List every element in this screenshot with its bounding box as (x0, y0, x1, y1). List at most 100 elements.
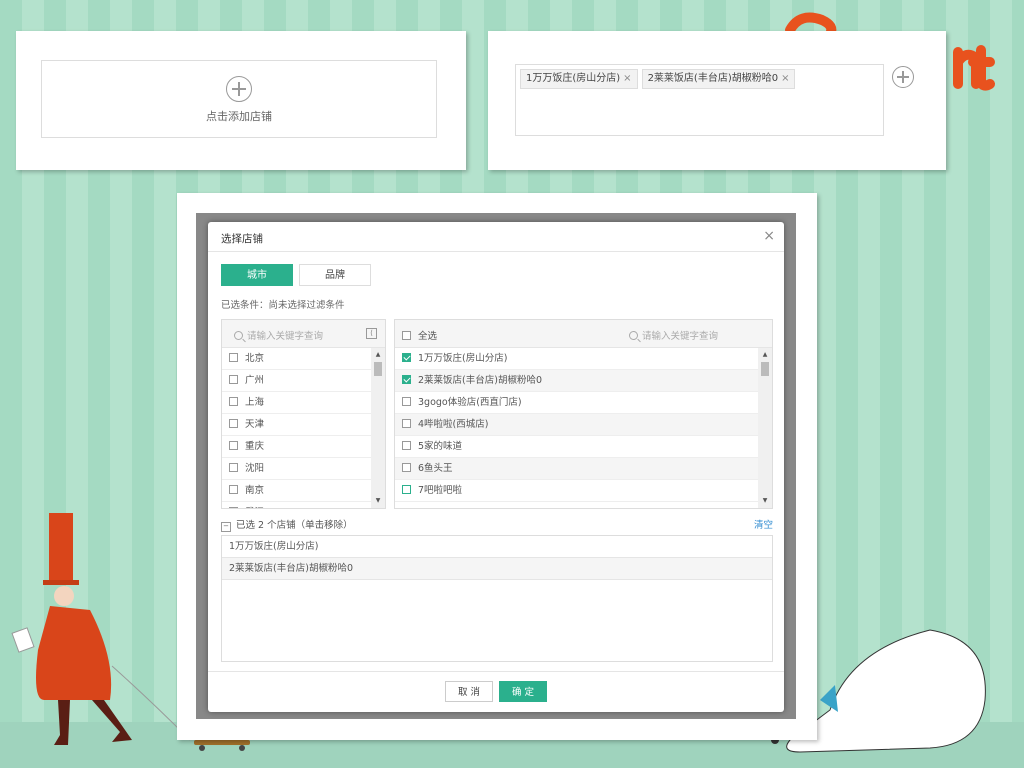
city-list: 北京 广州 上海 天津 重庆 沈阳 南京 武汉 (222, 348, 371, 508)
store-tag-label: 2莱莱饭店(丰台店)胡椒粉哈0 (647, 73, 779, 84)
city-scrollbar[interactable]: ▲ ▼ (371, 348, 385, 508)
checkbox[interactable] (229, 397, 238, 406)
collapse-minus-icon[interactable]: − (221, 522, 231, 532)
city-item[interactable]: 沈阳 (222, 458, 371, 480)
clear-selection-link[interactable]: 清空 (754, 517, 773, 531)
checkbox[interactable] (229, 485, 238, 494)
add-store-card: 点击添加店铺 (16, 31, 466, 170)
close-icon[interactable]: × (781, 73, 789, 84)
dialog-preview-card: 选择店铺 × 城市 品牌 已选条件：尚未选择过滤条件 请输入关键字查询 ⟨ 北京 … (177, 193, 817, 740)
city-item[interactable]: 南京 (222, 480, 371, 502)
selected-header: − 已选 2 个店铺（单击移除） 清空 (221, 517, 773, 532)
add-store-label: 点击添加店铺 (206, 110, 272, 123)
search-icon (234, 331, 243, 340)
city-search-placeholder: 请输入关键字查询 (247, 331, 324, 342)
city-item[interactable]: 重庆 (222, 436, 371, 458)
city-item-label: 南京 (245, 485, 265, 496)
dialog-title: 选择店铺 (221, 233, 263, 245)
store-item-label: 2莱莱饭店(丰台店)胡椒粉哈0 (418, 375, 543, 386)
checkbox[interactable] (229, 375, 238, 384)
city-item[interactable]: 广州 (222, 370, 371, 392)
city-item-label: 天津 (245, 419, 265, 430)
checkbox[interactable] (229, 507, 238, 508)
search-icon (629, 331, 638, 340)
selected-stores-card: 1万万饭庄(房山分店) × 2莱莱饭店(丰台店)胡椒粉哈0 × (488, 31, 946, 170)
scroll-up-icon[interactable]: ▲ (758, 350, 772, 360)
city-item[interactable]: 北京 (222, 348, 371, 370)
store-item[interactable]: 1万万饭庄(房山分店) (395, 348, 758, 370)
store-item[interactable]: 4哔啦啦(西城店) (395, 414, 758, 436)
cancel-button[interactable]: 取 消 (444, 681, 493, 702)
checkbox[interactable] (402, 485, 411, 494)
filter-conditions-text: 已选条件：尚未选择过滤条件 (221, 300, 345, 311)
store-item-label: 3gogo体验店(西直门店) (418, 397, 522, 408)
city-item-label: 广州 (245, 375, 265, 386)
add-store-icon-button[interactable] (892, 66, 914, 88)
store-item[interactable]: 3gogo体验店(西直门店) (395, 392, 758, 414)
checkbox[interactable] (402, 331, 411, 340)
tab-brand[interactable]: 品牌 (299, 264, 371, 286)
scroll-thumb[interactable] (761, 362, 769, 376)
store-tag-box: 1万万饭庄(房山分店) × 2莱莱饭店(丰台店)胡椒粉哈0 × (515, 64, 884, 136)
city-search-input[interactable]: 请输入关键字查询 (234, 328, 323, 342)
store-item[interactable]: 2莱莱饭店(丰台店)胡椒粉哈0 (395, 370, 758, 392)
scroll-up-icon[interactable]: ▲ (371, 350, 385, 360)
store-tag-label: 1万万饭庄(房山分店) (526, 73, 621, 84)
city-item-label: 重庆 (245, 441, 265, 452)
store-panel: 全选 请输入关键字查询 1万万饭庄(房山分店) 2莱莱饭店(丰台店)胡椒粉哈0 … (394, 319, 773, 509)
select-all-label: 全选 (418, 331, 438, 342)
walking-character-illustration (11, 513, 191, 745)
dialog-footer: 取 消确 定 (208, 671, 784, 713)
select-store-dialog: 选择店铺 × 城市 品牌 已选条件：尚未选择过滤条件 请输入关键字查询 ⟨ 北京 … (208, 222, 784, 712)
scroll-down-icon[interactable]: ▼ (371, 496, 385, 506)
modal-overlay: 选择店铺 × 城市 品牌 已选条件：尚未选择过滤条件 请输入关键字查询 ⟨ 北京 … (196, 213, 796, 719)
store-search-placeholder: 请输入关键字查询 (642, 331, 719, 342)
checkbox[interactable] (402, 375, 411, 384)
store-item-label: 6鱼头王 (418, 463, 453, 474)
store-item-label: 4哔啦啦(西城店) (418, 419, 489, 430)
store-item-label: 7吧啦吧啦 (418, 485, 463, 496)
checkbox[interactable] (402, 463, 411, 472)
close-icon[interactable]: × (623, 73, 631, 84)
city-item-label: 武汉 (245, 507, 264, 508)
city-item-label: 北京 (245, 353, 265, 364)
city-item[interactable]: 武汉 (222, 502, 371, 508)
filter-tabs: 城市 品牌 (221, 264, 377, 286)
select-all[interactable]: 全选 (402, 328, 437, 342)
store-item-label: 1万万饭庄(房山分店) (418, 353, 508, 364)
checkbox[interactable] (229, 441, 238, 450)
checkbox[interactable] (402, 441, 411, 450)
scroll-down-icon[interactable]: ▼ (758, 496, 772, 506)
add-store-button[interactable]: 点击添加店铺 (41, 60, 437, 138)
selected-count-label: 已选 2 个店铺（单击移除） (236, 520, 353, 531)
selected-item[interactable]: 2莱莱饭店(丰台店)胡椒粉哈0 (222, 558, 772, 580)
city-panel: 请输入关键字查询 ⟨ 北京 广州 上海 天津 重庆 沈阳 南京 武汉 ▲ ▼ (221, 319, 386, 509)
ok-button[interactable]: 确 定 (499, 681, 548, 702)
checkbox[interactable] (229, 463, 238, 472)
checkbox[interactable] (229, 419, 238, 428)
city-item[interactable]: 天津 (222, 414, 371, 436)
checkbox[interactable] (402, 397, 411, 406)
close-icon[interactable]: × (763, 228, 775, 244)
city-item-label: 上海 (245, 397, 265, 408)
scroll-thumb[interactable] (374, 362, 382, 376)
collapse-icon[interactable]: ⟨ (366, 328, 377, 339)
store-item[interactable]: 6鱼头王 (395, 458, 758, 480)
dialog-header: 选择店铺 × (208, 222, 784, 252)
city-search-bar: 请输入关键字查询 ⟨ (222, 320, 385, 348)
store-panel-header: 全选 请输入关键字查询 (395, 320, 772, 348)
checkbox[interactable] (402, 419, 411, 428)
store-list: 1万万饭庄(房山分店) 2莱莱饭店(丰台店)胡椒粉哈0 3gogo体验店(西直门… (395, 348, 758, 508)
store-tag: 2莱莱饭店(丰台店)胡椒粉哈0 × (641, 69, 796, 89)
selected-item[interactable]: 1万万饭庄(房山分店) (222, 536, 772, 558)
store-item[interactable]: 5家的味道 (395, 436, 758, 458)
tab-city[interactable]: 城市 (221, 264, 293, 286)
store-item[interactable]: 7吧啦吧啦 (395, 480, 758, 502)
city-item-label: 沈阳 (245, 463, 265, 474)
checkbox[interactable] (402, 353, 411, 362)
checkbox[interactable] (229, 353, 238, 362)
city-item[interactable]: 上海 (222, 392, 371, 414)
store-search-input[interactable]: 请输入关键字查询 (629, 328, 718, 342)
store-tag: 1万万饭庄(房山分店) × (520, 69, 638, 89)
store-scrollbar[interactable]: ▲ ▼ (758, 348, 772, 508)
